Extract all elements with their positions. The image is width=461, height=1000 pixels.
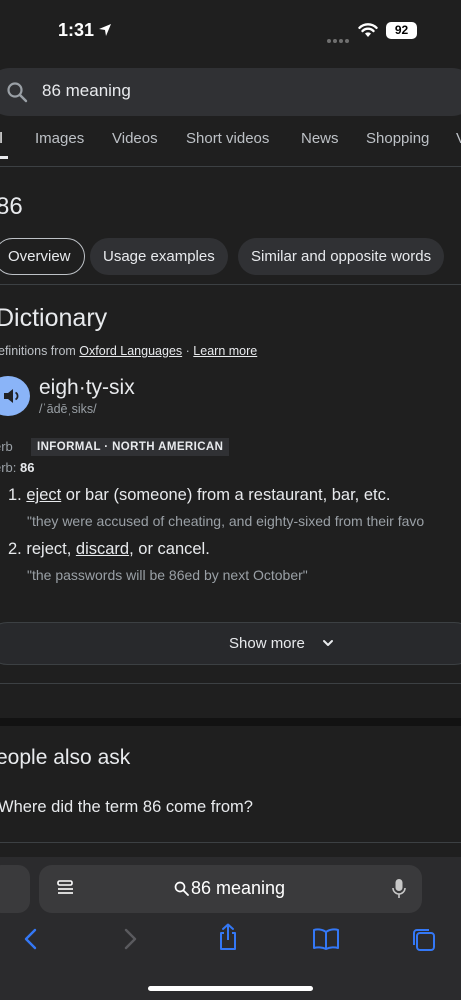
previous-tab-preview[interactable] [0,865,30,913]
location-arrow-icon [99,24,111,36]
chip-overview[interactable]: Overview [0,238,85,275]
verb-forms: erb: 86 [0,460,35,475]
definition-link-discard[interactable]: discard [76,540,129,558]
definition-link-eject[interactable]: eject [26,486,61,504]
definition-2: 2. reject, discard, or cancel. [8,540,210,559]
search-bar[interactable]: 86 meaning [0,68,461,116]
oxford-languages-link[interactable]: Oxford Languages [79,344,182,358]
back-icon[interactable] [22,927,40,951]
active-tab-indicator [0,156,8,159]
divider [0,842,461,843]
tab-all[interactable]: ll [0,130,3,147]
chevron-down-icon [323,640,333,646]
pronunciation-button[interactable] [0,376,30,416]
tabs-icon[interactable] [411,927,437,953]
definition-number: 2. [8,540,22,558]
tab-images[interactable]: Images [35,130,84,147]
divider [0,683,461,684]
cellular-signal-icon [327,30,351,48]
divider [0,284,461,285]
home-indicator [148,986,313,991]
headword: eigh·ty-six [39,376,135,399]
search-icon [7,82,28,103]
battery-indicator: 92 [386,22,417,39]
tab-short-videos[interactable]: Short videos [186,130,269,147]
address-text: 86 meaning [191,878,286,898]
chip-similar-opposite-words[interactable]: Similar and opposite words [238,238,445,275]
tab-shopping[interactable]: Shopping [366,130,429,147]
example-1: "they were accused of cheating, and eigh… [27,513,425,529]
definition-text: or bar (someone) from a restaurant, bar,… [61,486,391,504]
example-2: "the passwords will be 86ed by next Octo… [27,567,308,583]
tab-news[interactable]: News [301,130,339,147]
definitions-prefix: efinitions from [0,344,76,358]
status-time: 1:31 [58,20,95,40]
verb-forms-label: erb: [0,460,17,475]
result-title: 86 [0,193,23,220]
separator-dot: · [185,344,190,358]
show-more-button[interactable]: Show more [0,622,461,665]
divider [0,166,461,167]
search-tabs: ll Images Videos Short videos News Shopp… [0,130,461,154]
definition-text: , or cancel. [129,540,210,558]
forward-icon[interactable] [121,927,139,951]
microphone-icon[interactable] [392,878,406,900]
phonetic: /ˈādēˌsiks/ [39,402,97,416]
search-icon [174,881,189,896]
share-icon[interactable] [216,923,240,951]
safari-toolbar: 86 meaning [0,857,461,1000]
tab-videos[interactable]: Videos [112,130,158,147]
dictionary-heading: Dictionary [0,304,108,332]
section-divider [0,718,461,726]
speaker-icon [4,389,19,403]
tab-more[interactable]: V [456,130,461,147]
paa-question[interactable]: Where did the term 86 come from? [0,798,253,817]
learn-more-link[interactable]: Learn more [193,344,257,358]
usage-label-badge: INFORMAL · NORTH AMERICAN [31,438,230,456]
address-bar[interactable]: 86 meaning [39,865,422,913]
people-also-ask-heading: eople also ask [0,746,131,769]
verb-forms-value: 86 [20,460,35,475]
reader-icon[interactable] [57,879,75,897]
definitions-source: efinitions from Oxford Languages · Learn… [0,344,257,358]
part-of-speech: erb [0,439,13,454]
wifi-icon [358,23,378,37]
chip-usage-examples[interactable]: Usage examples [90,238,228,275]
show-more-label: Show more [229,635,305,652]
definition-text-pre: reject, [26,540,76,558]
status-bar: 1:31 92 [0,0,461,62]
search-query[interactable]: 86 meaning [42,81,131,101]
definition-number: 1. [8,486,22,504]
definition-1: 1. eject or bar (someone) from a restaur… [8,486,390,505]
bookmarks-icon[interactable] [312,927,340,951]
